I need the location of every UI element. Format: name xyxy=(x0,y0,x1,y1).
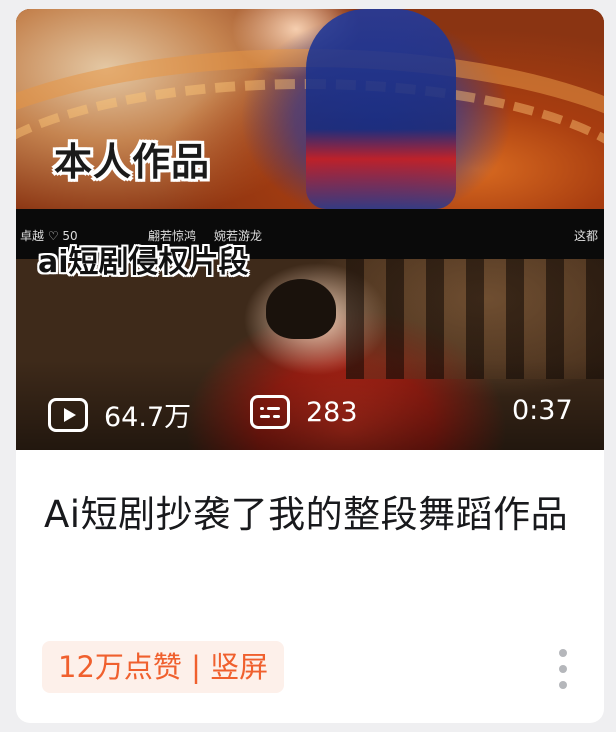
view-count-value: 64.7万 xyxy=(104,402,192,433)
overlay-mid-caption: ai短剧侵权片段 xyxy=(38,245,249,280)
play-icon xyxy=(48,397,88,432)
video-thumbnail[interactable]: 本人作品 卓越 ♡ 50 翩若惊鸿 婉若游龙 这都 ai短剧侵权片段 64.7万 xyxy=(16,9,604,450)
danmaku-icon xyxy=(250,395,290,429)
duration-value: 0:37 xyxy=(512,395,573,426)
duration: 0:37 xyxy=(512,395,573,426)
dancer-figure xyxy=(306,9,456,209)
like-badge: 12万点赞 | 竖屏 xyxy=(42,641,285,693)
overlay-top-caption: 本人作品 xyxy=(54,140,211,184)
video-card[interactable]: 本人作品 卓越 ♡ 50 翩若惊鸿 婉若游龙 这都 ai短剧侵权片段 64.7万 xyxy=(16,9,604,723)
more-options-icon[interactable] xyxy=(555,649,571,689)
danmaku-count: 283 xyxy=(250,395,358,429)
thumbnail-stats-bar: 64.7万 283 0:37 xyxy=(16,387,604,437)
view-count: 64.7万 xyxy=(48,395,191,434)
thumbnail-top-frame: 本人作品 xyxy=(16,9,604,349)
danmaku-count-value: 283 xyxy=(306,396,358,428)
video-title[interactable]: Ai短剧抄袭了我的整段舞蹈作品 xyxy=(44,487,584,543)
